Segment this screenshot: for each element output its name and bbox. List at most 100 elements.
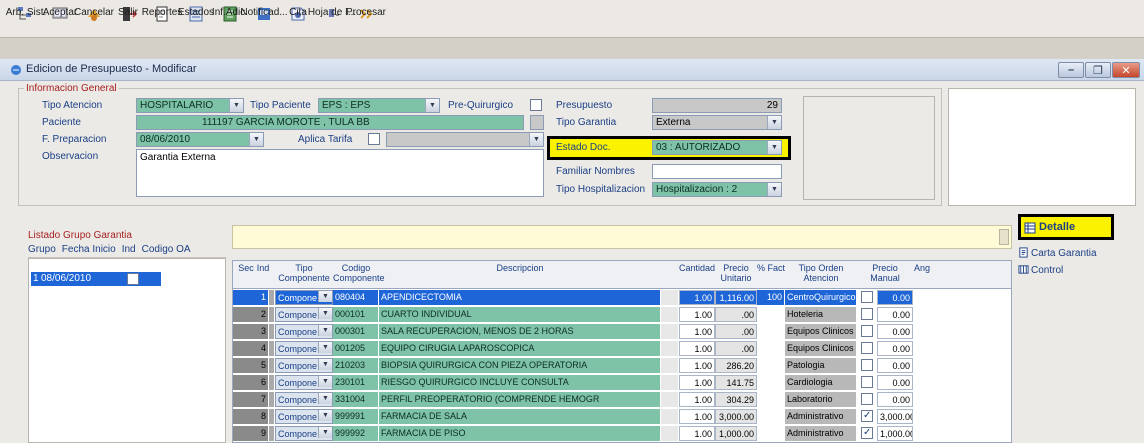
row-codigo-cell[interactable]: 000101 [333, 307, 379, 322]
row-cantidad-input[interactable]: 1.00 [679, 358, 715, 373]
arb-sist-button[interactable]: Arb. Sist. [6, 0, 46, 23]
row-tipo-select[interactable]: Compone ▼ [275, 426, 333, 441]
row-tipo-select[interactable]: Compone ▼ [275, 375, 333, 390]
row-precio-manual-checkbox[interactable] [857, 426, 877, 441]
detalle-button[interactable]: Detalle [1018, 214, 1114, 240]
row-cantidad-input[interactable]: 1.00 [679, 409, 715, 424]
aceptar-button[interactable]: Aceptar [43, 0, 77, 23]
checkbox[interactable] [861, 325, 873, 337]
table-row[interactable]: 3 Compone ▼ 000301 SALA RECUPERACION, MENOS … [233, 324, 1011, 339]
table-row[interactable]: 6 Compone ▼ 230101 RIESGO QUIRURGICO INCLUYE… [233, 375, 1011, 390]
table-row[interactable]: 5 Compone ▼ 210203 BIOPSIA QUIRURGICA CON PI… [233, 358, 1011, 373]
row-precio-manual-checkbox[interactable] [857, 341, 877, 356]
row-precio-manual-checkbox[interactable] [857, 307, 877, 322]
hoja-button[interactable]: Hoja de I... [308, 0, 356, 23]
aplica-tarifa-checkbox[interactable] [368, 133, 380, 145]
table-row[interactable]: 1 Compone ▼ 080404 APENDICECTOMIA 1.00 1,116.0… [233, 290, 1011, 305]
row-cantidad-input[interactable]: 1.00 [679, 426, 715, 441]
row-lookup-button[interactable] [661, 290, 679, 305]
close-button[interactable]: ✕ [1112, 62, 1140, 78]
row-manual-input[interactable]: 3,000.00 [877, 409, 913, 424]
components-grid[interactable]: Sec Ind Tipo Componente Codigo Component… [232, 260, 1012, 443]
checkbox[interactable] [861, 426, 873, 439]
row-lookup-button[interactable] [661, 426, 679, 441]
row-codigo-cell[interactable]: 331004 [333, 392, 379, 407]
row-manual-input[interactable]: 0.00 [877, 341, 913, 356]
tipo-paciente-select[interactable]: EPS : EPS ▼ [318, 98, 440, 113]
row-tipo-select[interactable]: Compone ▼ [275, 409, 333, 424]
table-row[interactable]: 8 Compone ▼ 999991 FARMACIA DE SALA 1.00 3,000… [233, 409, 1011, 424]
tipo-hosp-select[interactable]: Hospitalizacion : 2 ▼ [652, 182, 782, 197]
row-codigo-cell[interactable]: 210203 [333, 358, 379, 373]
tipo-garantia-select[interactable]: Externa ▼ [652, 115, 782, 130]
reportes-button[interactable]: Reportes [142, 0, 182, 23]
control-button[interactable]: Control [1018, 264, 1063, 278]
garantia-list[interactable]: 1 08/06/2010 [28, 258, 226, 443]
table-row[interactable]: 7 Compone ▼ 331004 PERFIL PREOPERATORIO (COM… [233, 392, 1011, 407]
row-tipo-select[interactable]: Compone ▼ [275, 341, 333, 356]
checkbox[interactable] [861, 342, 873, 354]
list-item-checkbox[interactable] [127, 273, 139, 285]
tarifa-select[interactable]: ▼ [386, 132, 544, 147]
row-cantidad-input[interactable]: 1.00 [679, 324, 715, 339]
row-manual-input[interactable]: 0.00 [877, 392, 913, 407]
row-tipo-select[interactable]: Compone ▼ [275, 307, 333, 322]
tipo-atencion-select[interactable]: HOSPITALARIO ▼ [136, 98, 244, 113]
row-precio-manual-checkbox[interactable] [857, 392, 877, 407]
scrollbar[interactable] [999, 229, 1009, 245]
checkbox[interactable] [861, 393, 873, 405]
row-tipo-select[interactable]: Compone ▼ [275, 358, 333, 373]
checkbox[interactable] [861, 376, 873, 388]
row-cantidad-input[interactable]: 1.00 [679, 341, 715, 356]
row-codigo-cell[interactable]: 000301 [333, 324, 379, 339]
row-tipo-select[interactable]: Compone ▼ [275, 290, 333, 305]
row-manual-input[interactable]: 0.00 [877, 375, 913, 390]
f-preparacion-date[interactable]: 08/06/2010 ▼ [136, 132, 264, 147]
minimize-button[interactable]: – [1058, 62, 1084, 78]
paciente-lookup-button[interactable] [530, 115, 544, 130]
row-lookup-button[interactable] [661, 341, 679, 356]
row-cantidad-input[interactable]: 1.00 [679, 375, 715, 390]
observacion-textarea[interactable]: Garantia Externa [136, 149, 544, 197]
row-codigo-cell[interactable]: 080404 [333, 290, 379, 305]
procesar-button[interactable]: Procesar [346, 0, 386, 23]
row-precio-manual-checkbox[interactable] [857, 290, 877, 305]
row-precio-manual-checkbox[interactable] [857, 358, 877, 373]
row-manual-input[interactable]: 0.00 [877, 358, 913, 373]
row-codigo-cell[interactable]: 001205 [333, 341, 379, 356]
row-manual-input[interactable]: 0.00 [877, 307, 913, 322]
salir-button[interactable]: Salir [114, 0, 142, 23]
row-lookup-button[interactable] [661, 375, 679, 390]
table-row[interactable]: 2 Compone ▼ 000101 CUARTO INDIVIDUAL 1.00.00 H… [233, 307, 1011, 322]
row-lookup-button[interactable] [661, 358, 679, 373]
row-cantidad-input[interactable]: 1.00 [679, 307, 715, 322]
notificad-button[interactable]: Notificad... [240, 0, 288, 23]
row-manual-input[interactable]: 0.00 [877, 324, 913, 339]
row-codigo-cell[interactable]: 999991 [333, 409, 379, 424]
carta-garantia-button[interactable]: Carta Garantia [1018, 247, 1097, 261]
estados-button[interactable]: Estados [178, 0, 214, 23]
row-lookup-button[interactable] [661, 392, 679, 407]
familiar-field[interactable] [652, 164, 782, 179]
row-manual-input[interactable]: 1,000.00 [877, 426, 913, 441]
row-cantidad-input[interactable]: 1.00 [679, 392, 715, 407]
paciente-field[interactable]: 111197 GARCIA MOROTE , TULA BB [136, 115, 524, 130]
row-precio-manual-checkbox[interactable] [857, 375, 877, 390]
row-cantidad-input[interactable]: 1.00 [679, 290, 715, 305]
row-tipo-select[interactable]: Compone ▼ [275, 392, 333, 407]
row-precio-manual-checkbox[interactable] [857, 324, 877, 339]
row-lookup-button[interactable] [661, 409, 679, 424]
row-codigo-cell[interactable]: 999992 [333, 426, 379, 441]
row-codigo-cell[interactable]: 230101 [333, 375, 379, 390]
table-row[interactable]: 9 Compone ▼ 999992 FARMACIA DE PISO 1.00 1,000… [233, 426, 1011, 441]
row-lookup-button[interactable] [661, 307, 679, 322]
checkbox[interactable] [861, 409, 873, 422]
row-precio-manual-checkbox[interactable] [857, 409, 877, 424]
maximize-button[interactable]: ❐ [1085, 62, 1111, 78]
checkbox[interactable] [861, 308, 873, 320]
row-lookup-button[interactable] [661, 324, 679, 339]
estado-doc-select[interactable]: 03 : AUTORIZADO ▼ [652, 140, 782, 155]
list-item[interactable]: 1 08/06/2010 [31, 272, 161, 286]
checkbox[interactable] [861, 291, 873, 303]
row-tipo-select[interactable]: Compone ▼ [275, 324, 333, 339]
